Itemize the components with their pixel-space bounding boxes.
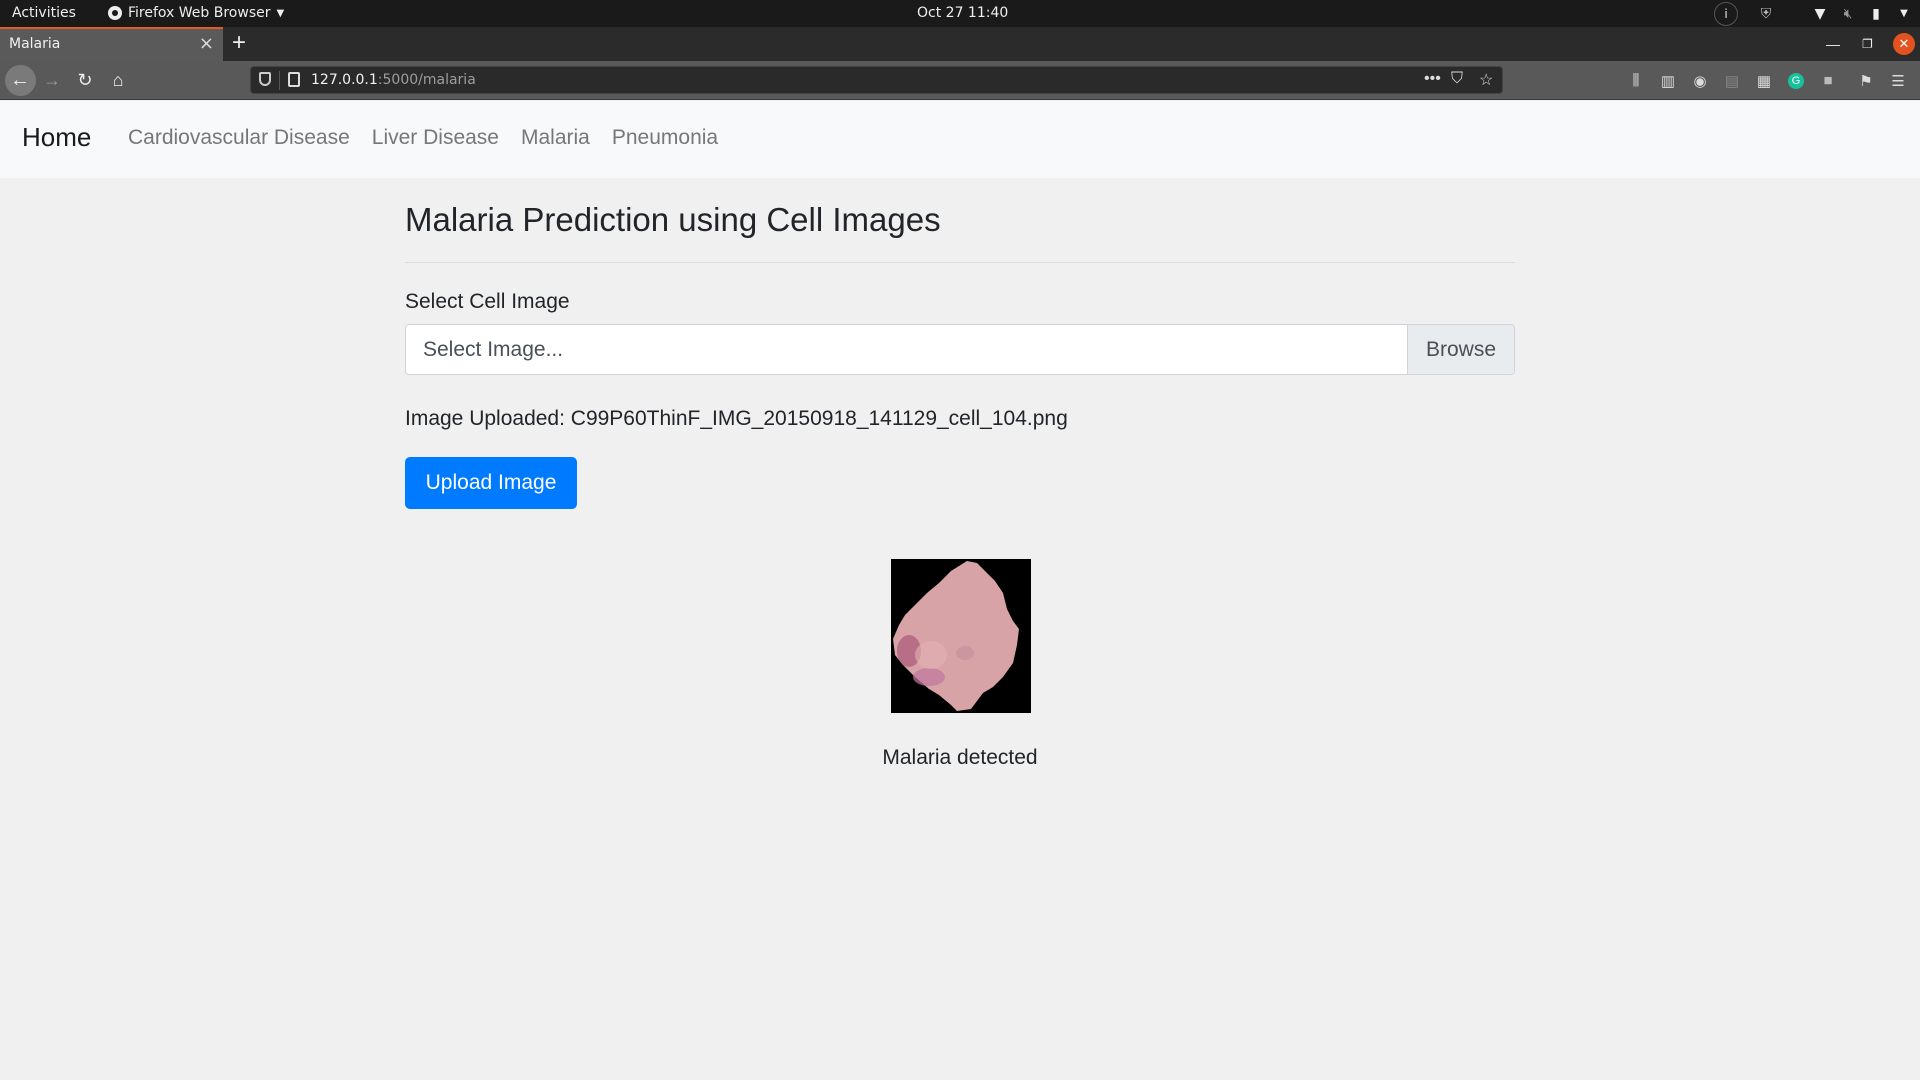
tab-strip: Malaria × + — ❐ ✕ <box>0 27 1920 61</box>
reload-icon: ↻ <box>77 70 93 90</box>
system-top-bar: Activities Firefox Web Browser ▼ Oct 27 … <box>0 0 1920 27</box>
sidebar-icon[interactable]: ▥ <box>1652 72 1684 90</box>
battery-icon[interactable]: ▮ <box>1866 6 1886 22</box>
file-input[interactable]: Select Image... Browse <box>405 324 1515 375</box>
app-menu-label: Firefox Web Browser <box>128 5 271 21</box>
hamburger-menu-icon[interactable]: ☰ <box>1882 72 1914 90</box>
uploaded-filename: Image Uploaded: C99P60ThinF_IMG_20150918… <box>405 407 1068 430</box>
nav-link-liver[interactable]: Liver Disease <box>372 126 499 150</box>
browse-button[interactable]: Browse <box>1407 325 1514 374</box>
touch-extension-icon[interactable]: ■ <box>1812 72 1844 89</box>
url-host: 127.0.0.1 <box>311 72 378 88</box>
chevron-down-icon: ▼ <box>276 7 285 19</box>
page-actions-icon[interactable]: ••• <box>1424 70 1441 88</box>
bookmark-star-icon[interactable]: ☆ <box>1479 70 1493 90</box>
cell-image-preview <box>891 559 1031 713</box>
home-icon: ⌂ <box>112 70 124 90</box>
nav-link-pneumonia[interactable]: Pneumonia <box>612 126 718 150</box>
firefox-icon <box>108 6 122 20</box>
toolbar-extensions: ⫼ ▥ ◉ ▤ ▦ G ■ ⚑ ☰ <box>1620 61 1914 100</box>
browser-toolbar: ← → ↻ ⌂ 127.0.0.1:5000/malaria ••• ⛉ ☆ ⫼… <box>0 61 1920 100</box>
app-menu[interactable]: Firefox Web Browser ▼ <box>108 5 284 21</box>
new-tab-button[interactable]: + <box>232 27 246 59</box>
info-icon[interactable]: i <box>1714 1 1738 26</box>
fence-extension-icon[interactable]: ▦ <box>1748 72 1780 90</box>
reload-button[interactable]: ↻ <box>70 61 100 100</box>
gift-icon[interactable]: ⚑ <box>1850 72 1882 90</box>
library-icon[interactable]: ⫼ <box>1620 72 1652 89</box>
nav-link-cardiovascular[interactable]: Cardiovascular Disease <box>128 126 350 150</box>
clipboard-icon[interactable]: ▤ <box>1716 72 1748 90</box>
nav-link-malaria[interactable]: Malaria <box>521 126 590 150</box>
close-tab-icon[interactable]: × <box>199 33 214 54</box>
arrow-left-icon: ← <box>4 65 36 96</box>
wifi-icon[interactable]: ▼ <box>1810 6 1830 22</box>
system-tray[interactable]: i ⛨ ▼ 🔇︎ ▮ ▼ <box>1714 0 1920 27</box>
url-bar-separator <box>279 71 280 90</box>
volume-muted-icon[interactable]: 🔇︎ <box>1838 6 1858 22</box>
page-info-icon[interactable] <box>288 72 300 87</box>
minimize-window-button[interactable]: — <box>1826 27 1840 61</box>
clock[interactable]: Oct 27 11:40 <box>917 5 1008 21</box>
page-title: Malaria Prediction using Cell Images <box>405 201 941 238</box>
activities-button[interactable]: Activities <box>12 5 76 21</box>
cell-image <box>891 559 1031 713</box>
nav-brand-home[interactable]: Home <box>22 122 91 153</box>
back-button[interactable]: ← <box>4 61 36 100</box>
site-navbar: Home Cardiovascular Disease Liver Diseas… <box>0 101 1920 178</box>
url-bar[interactable]: 127.0.0.1:5000/malaria ••• ⛉ ☆ <box>250 66 1503 94</box>
nav-links: Cardiovascular Disease Liver Disease Mal… <box>128 126 718 150</box>
pocket-icon[interactable]: ⛉ <box>1451 70 1463 88</box>
restore-window-button[interactable]: ❐ <box>1862 27 1873 61</box>
system-menu-caret-icon[interactable]: ▼ <box>1894 8 1914 19</box>
prediction-result: Malaria detected <box>882 746 1038 769</box>
close-window-button[interactable]: ✕ <box>1893 27 1915 61</box>
upload-image-button[interactable]: Upload Image <box>405 457 577 509</box>
url-text[interactable]: 127.0.0.1:5000/malaria <box>311 72 476 88</box>
close-icon: ✕ <box>1893 33 1915 55</box>
tab-title: Malaria <box>9 36 61 52</box>
title-divider <box>405 262 1515 263</box>
url-path: :5000/malaria <box>377 72 476 88</box>
account-icon[interactable]: ◉ <box>1684 72 1716 90</box>
arrow-right-icon: → <box>43 70 61 90</box>
tracking-protection-icon[interactable] <box>259 72 271 86</box>
select-image-label: Select Cell Image <box>405 290 570 313</box>
grammarly-icon[interactable]: G <box>1788 72 1804 89</box>
shield-check-icon[interactable]: ⛨ <box>1756 6 1776 22</box>
home-button[interactable]: ⌂ <box>103 61 133 100</box>
file-input-placeholder[interactable]: Select Image... <box>406 325 1407 374</box>
forward-button[interactable]: → <box>38 61 66 100</box>
tab-malaria[interactable]: Malaria × <box>0 27 223 61</box>
page-content: Home Cardiovascular Disease Liver Diseas… <box>0 101 1920 1080</box>
